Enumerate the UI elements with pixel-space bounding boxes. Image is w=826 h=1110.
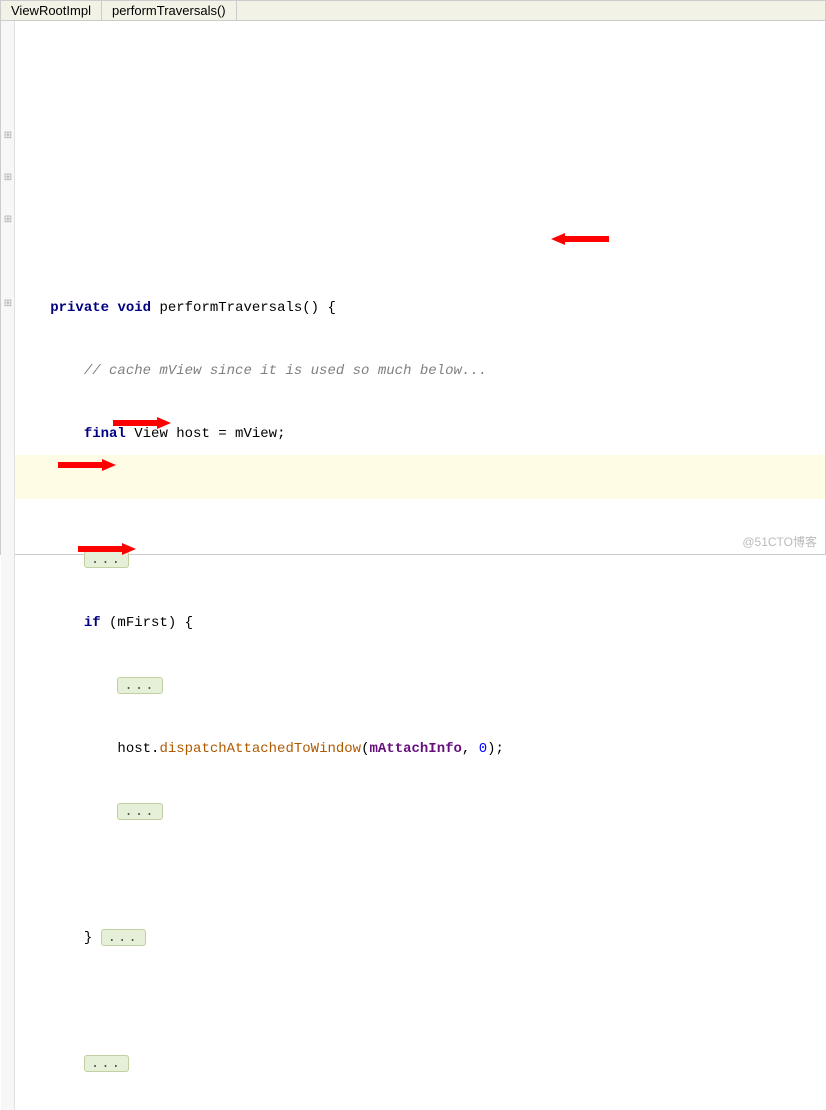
close-brace: } <box>84 930 92 946</box>
breadcrumb-class[interactable]: ViewRootImpl <box>1 1 102 20</box>
literal-zero: 0 <box>479 741 487 757</box>
paren-open: ( <box>361 741 369 757</box>
fold-marker-icon[interactable]: ⊞ <box>1 129 15 144</box>
if-cond: (mFirst) { <box>109 615 193 631</box>
watermark: @51CTO博客 <box>742 533 817 550</box>
host-decl: host = mView; <box>176 426 285 442</box>
fold-region[interactable]: ... <box>117 803 162 820</box>
code-editor[interactable]: ⊞ ⊞ ⊞ ⊞ private void performTraversals()… <box>1 21 825 1110</box>
arrow-icon <box>551 189 611 289</box>
breadcrumb: ViewRootImpl performTraversals() <box>1 1 825 21</box>
fold-marker-icon[interactable]: ⊞ <box>1 213 15 228</box>
fold-region[interactable]: ... <box>84 1055 129 1072</box>
breadcrumb-method[interactable]: performTraversals() <box>102 1 237 20</box>
comma: , <box>462 741 479 757</box>
arrow-icon <box>76 499 136 599</box>
fold-marker-icon[interactable]: ⊞ <box>1 297 15 312</box>
method-signature: performTraversals() { <box>159 300 335 316</box>
fold-region[interactable]: ... <box>117 677 162 694</box>
attach-info: mAttachInfo <box>369 741 461 757</box>
host-prefix: host. <box>117 741 159 757</box>
paren-close: ); <box>487 741 504 757</box>
kw-if: if <box>84 615 101 631</box>
kw-private: private <box>50 300 109 316</box>
dispatch-call: dispatchAttachedToWindow <box>159 741 361 757</box>
arrow-icon <box>111 373 171 473</box>
fold-marker-icon[interactable]: ⊞ <box>1 171 15 186</box>
fold-region[interactable]: ... <box>101 929 146 946</box>
kw-void: void <box>117 300 151 316</box>
